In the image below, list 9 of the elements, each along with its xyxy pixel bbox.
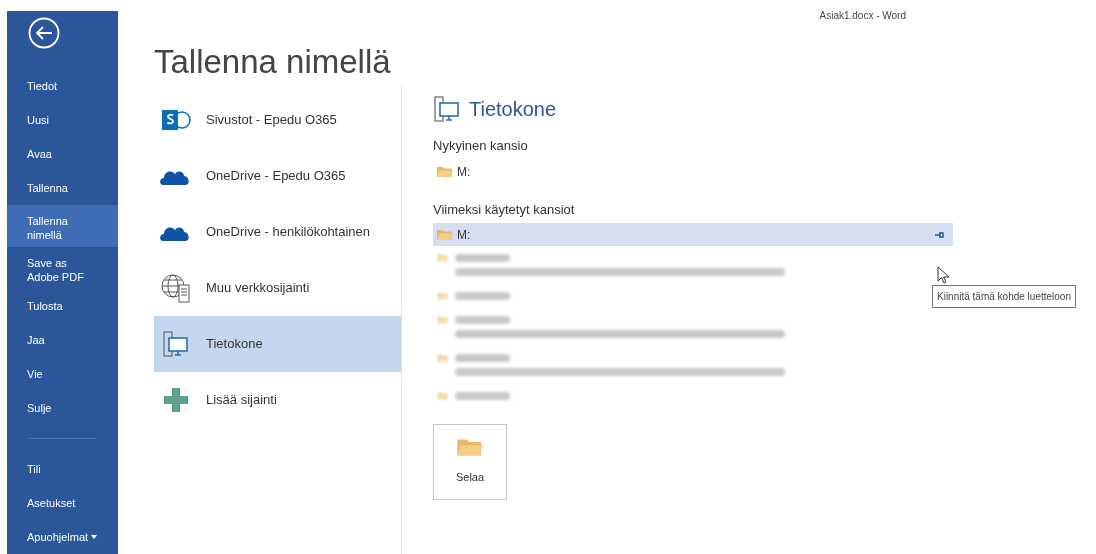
sidebar-item-label: Apuohjelmat — [27, 530, 89, 544]
current-folder-heading: Nykyinen kansio — [433, 137, 529, 155]
sidebar-item-label: Asetukset — [27, 496, 76, 510]
recent-folders-heading: Viimeksi käytetyt kansiot — [433, 200, 576, 219]
sidebar-item-label: Tili — [27, 462, 41, 476]
tooltip: Kiinnitä tämä kohde luetteloon — [932, 285, 1076, 308]
window-title: Asiak1.docx - Word — [819, 9, 906, 23]
page-title: Tallenna nimellä — [154, 42, 392, 82]
section-title: Tietokone — [469, 97, 557, 122]
